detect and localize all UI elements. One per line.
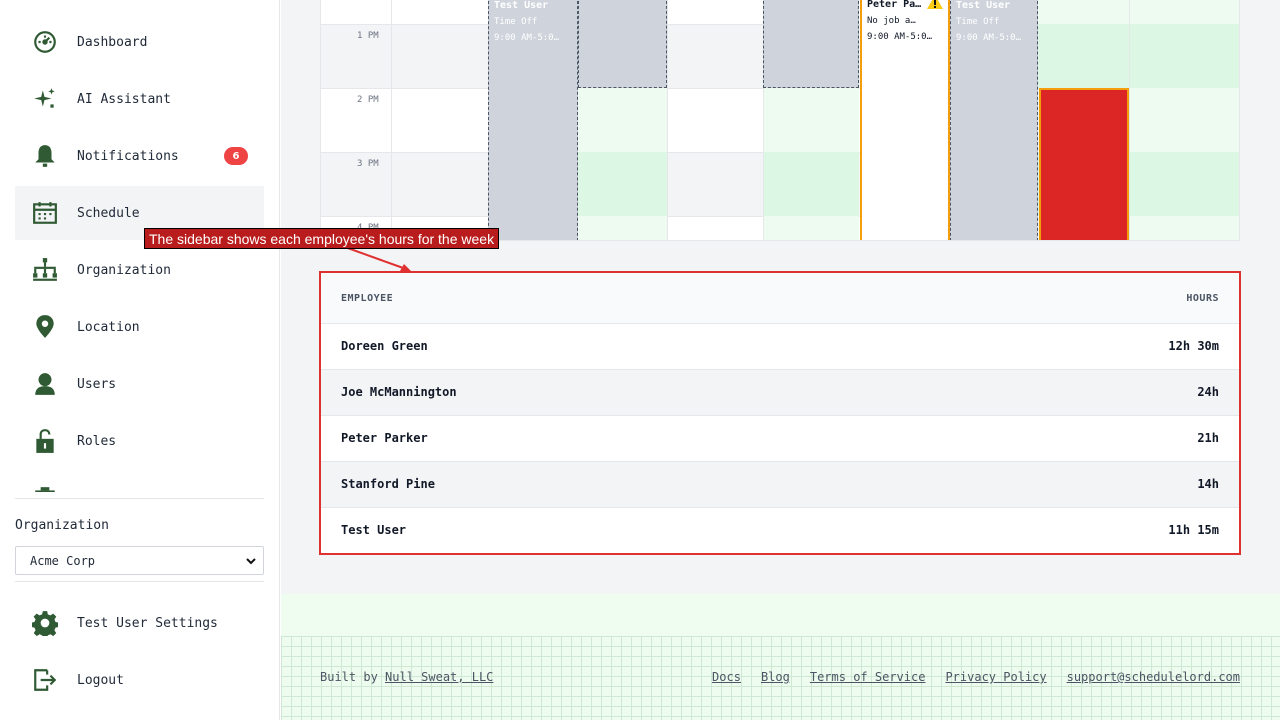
employee-name: Test User — [341, 523, 407, 537]
footer-credit: Built by Null Sweat, LLC — [320, 670, 493, 684]
availability-block — [763, 152, 859, 216]
employee-hours: 12h 30m — [1168, 339, 1219, 353]
employee-name: Joe McMannington — [341, 385, 457, 399]
employee-hours: 21h — [1197, 431, 1219, 445]
sidebar-item-dashboard[interactable]: Dashboard — [15, 15, 264, 69]
table-row: Test User 11h 15m — [321, 508, 1239, 554]
footer-link-docs[interactable]: Docs — [712, 670, 741, 684]
hours-column-header: HOURS — [1186, 293, 1219, 304]
sidebar-item-logout[interactable]: Logout — [15, 653, 264, 707]
table-row: Stanford Pine 14h — [321, 462, 1239, 508]
shift-time: 9:00 AM-5:0… — [494, 33, 560, 43]
footer-links: Docs Blog Terms of Service Privacy Polic… — [712, 670, 1240, 684]
sidebar: Dashboard AI Assistant Notifications 6 S… — [0, 0, 280, 720]
sidebar-item-label: AI Assistant — [77, 91, 171, 107]
sidebar-item-users[interactable]: Users — [15, 357, 264, 411]
warning-icon — [927, 0, 943, 9]
table-row: Joe McMannington 24h — [321, 370, 1239, 416]
shift-detail: No job a… — [867, 16, 916, 26]
logout-icon — [30, 665, 60, 695]
sidebar-item-label: Organization — [77, 262, 171, 278]
shift-time: 9:00 AM-5:0… — [867, 32, 933, 42]
calendar-column-divider — [391, 0, 392, 240]
table-row: Doreen Green 12h 30m — [321, 324, 1239, 370]
table-row: Peter Parker 21h — [321, 416, 1239, 462]
calendar-icon — [30, 198, 60, 228]
footer-company-link[interactable]: Null Sweat, LLC — [385, 670, 493, 684]
shift-detail: Time Off — [494, 17, 538, 27]
logout-label: Logout — [77, 672, 124, 688]
unlock-icon — [30, 426, 60, 456]
sidebar-item-organization[interactable]: Organization — [15, 243, 264, 297]
employee-name: Peter Parker — [341, 431, 428, 445]
sidebar-item-label: Location — [77, 319, 140, 335]
shift-block-warning[interactable]: Peter Pa… No job a… 9:00 AM-5:0… — [860, 0, 950, 240]
sidebar-item-ai-assistant[interactable]: AI Assistant — [15, 72, 264, 126]
time-off-block[interactable] — [578, 0, 667, 88]
shift-name: Test User — [956, 0, 1011, 11]
availability-block — [578, 152, 667, 216]
annotation-callout: The sidebar shows each employee's hours … — [144, 228, 500, 249]
org-chart-icon — [30, 255, 60, 285]
employee-column-header: EMPLOYEE — [341, 293, 394, 304]
employee-hours: 14h — [1197, 477, 1219, 491]
sidebar-item-notifications[interactable]: Notifications 6 — [15, 129, 264, 183]
sidebar-divider — [15, 581, 264, 582]
shift-block-conflict[interactable] — [1039, 88, 1129, 240]
gear-icon — [30, 608, 60, 638]
sidebar-item-label: Users — [77, 376, 117, 392]
schedule-calendar: 1 PM 2 PM 3 PM 4 PM Test User Time Off 9… — [320, 0, 1240, 241]
availability-block — [1038, 24, 1239, 88]
table-header: EMPLOYEE HOURS — [321, 273, 1239, 324]
organization-select-value: Acme Corp — [30, 553, 96, 568]
chevron-down-icon — [246, 558, 256, 565]
calendar-column-divider — [1129, 0, 1130, 240]
employee-hours-table: EMPLOYEE HOURS Doreen Green 12h 30m Joe … — [319, 271, 1241, 555]
sidebar-item-label: Schedule — [77, 205, 140, 221]
sidebar-item-more[interactable] — [15, 471, 264, 492]
employee-hours: 11h 15m — [1168, 523, 1219, 537]
partial-icon — [30, 483, 60, 492]
sidebar-item-location[interactable]: Location — [15, 300, 264, 354]
employee-name: Doreen Green — [341, 339, 428, 353]
map-pin-icon — [30, 312, 60, 342]
shift-time: 9:00 AM-5:0… — [956, 33, 1022, 43]
employee-hours: 24h — [1197, 385, 1219, 399]
bell-icon — [30, 141, 60, 171]
notification-count-badge: 6 — [224, 147, 248, 165]
footer-link-blog[interactable]: Blog — [761, 670, 790, 684]
calendar-column-divider — [667, 0, 668, 240]
sidebar-item-label: Dashboard — [77, 34, 148, 50]
employee-name: Stanford Pine — [341, 477, 435, 491]
organization-select[interactable]: Acme Corp — [15, 546, 264, 575]
user-icon — [30, 369, 60, 399]
shift-detail: Time Off — [956, 17, 1000, 27]
sidebar-item-label: Roles — [77, 433, 117, 449]
time-label: 3 PM — [357, 159, 379, 169]
organization-label: Organization — [15, 518, 109, 533]
time-off-block[interactable]: Test User Time Off 9:00 AM-5:0… — [488, 0, 578, 240]
sidebar-item-label: Notifications — [77, 148, 179, 164]
footer-credit-prefix: Built by — [320, 670, 378, 684]
shift-name: Test User — [494, 0, 549, 11]
sidebar-item-roles[interactable]: Roles — [15, 414, 264, 468]
sidebar-divider — [15, 498, 264, 499]
footer-link-support-email[interactable]: support@schedulelord.com — [1067, 670, 1240, 684]
time-off-block[interactable]: Test User Time Off 9:00 AM-5:0… — [950, 0, 1038, 240]
time-label: 2 PM — [357, 95, 379, 105]
time-label: 1 PM — [357, 31, 379, 41]
footer: Built by Null Sweat, LLC Docs Blog Terms… — [281, 636, 1280, 720]
sidebar-item-settings[interactable]: Test User Settings — [15, 596, 264, 650]
settings-label: Test User Settings — [77, 615, 218, 631]
sparkle-icon — [30, 84, 60, 114]
time-off-block[interactable] — [763, 0, 859, 88]
footer-link-terms[interactable]: Terms of Service — [810, 670, 926, 684]
footer-link-privacy[interactable]: Privacy Policy — [945, 670, 1046, 684]
dashboard-icon — [30, 27, 60, 57]
footer-band — [281, 594, 1280, 636]
